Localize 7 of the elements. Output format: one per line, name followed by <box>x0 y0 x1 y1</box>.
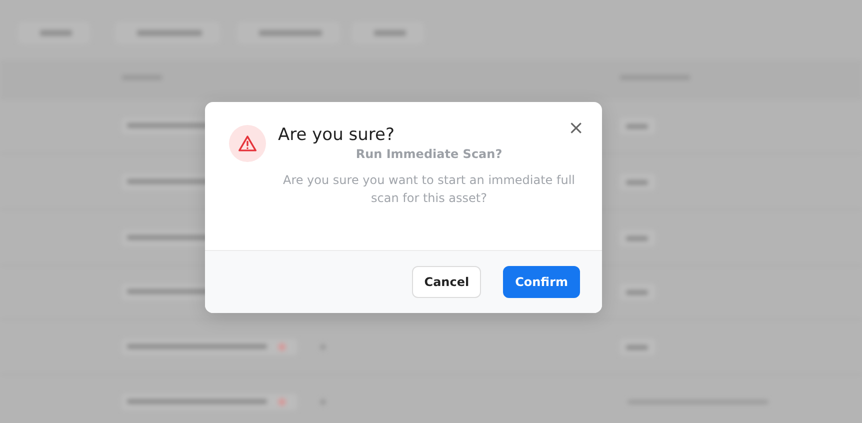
cancel-button[interactable]: Cancel <box>412 266 482 298</box>
dialog-message: Are you sure you want to start an immediate full scan for this asset? <box>282 172 576 207</box>
dialog-title: Are you sure? <box>278 125 394 145</box>
dialog-subtitle: Run Immediate Scan? <box>354 147 504 161</box>
confirm-button[interactable]: Confirm <box>503 266 580 298</box>
warning-icon <box>229 125 266 162</box>
close-button[interactable]: × <box>568 118 584 138</box>
